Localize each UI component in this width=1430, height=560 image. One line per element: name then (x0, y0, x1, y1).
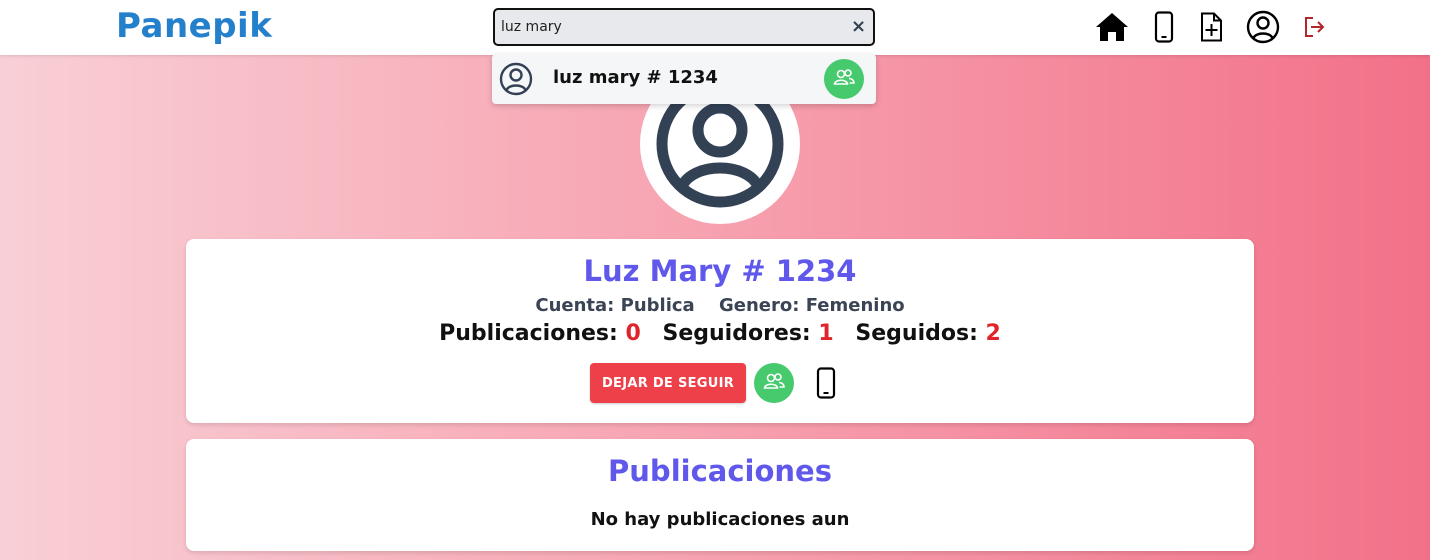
clear-search-icon[interactable]: × (851, 18, 867, 36)
profile-meta: Cuenta: Publica Genero: Femenino (186, 295, 1254, 316)
stat-label: Publicaciones: (439, 321, 618, 346)
followers-button[interactable] (754, 363, 794, 403)
new-file-icon[interactable] (1196, 9, 1226, 45)
publications-card: Publicaciones No hay publicaciones aun (186, 439, 1254, 551)
stat-value: 2 (985, 321, 1001, 346)
stat-label: Seguidos: (855, 321, 978, 346)
gender-info: Genero: Femenino (719, 295, 905, 316)
brand-logo[interactable]: Panepik (116, 6, 272, 46)
gender-label: Genero: (718, 295, 800, 316)
users-icon (762, 371, 786, 395)
navbar: Panepik × (0, 0, 1430, 55)
search-box: × (493, 8, 875, 46)
user-icon[interactable] (1244, 9, 1282, 45)
profile-stats: Publicaciones: 0 Seguidores: 1 Seguidos:… (186, 321, 1254, 346)
profile-card: Luz Mary # 1234 Cuenta: Publica Genero: … (186, 239, 1254, 423)
logout-icon[interactable] (1300, 9, 1328, 45)
account-value: Publica (620, 295, 695, 316)
account-info: Cuenta: Publica (535, 295, 694, 316)
stat-value: 1 (818, 321, 834, 346)
search-result-name[interactable]: luz mary # 1234 (553, 67, 718, 88)
account-label: Cuenta: (535, 295, 615, 316)
follow-users-button[interactable] (824, 59, 864, 99)
search-result-item[interactable]: luz mary # 1234 (492, 54, 876, 104)
stat-value: 0 (625, 321, 641, 346)
stat-following[interactable]: Seguidos: 2 (855, 321, 1000, 346)
phone-icon[interactable] (1150, 9, 1178, 45)
stat-publications: Publicaciones: 0 (439, 321, 641, 346)
stat-label: Seguidores: (662, 321, 811, 346)
users-icon (832, 67, 856, 91)
gender-value: Femenino (805, 295, 905, 316)
stat-followers[interactable]: Seguidores: 1 (662, 321, 833, 346)
user-avatar-icon (499, 62, 533, 96)
profile-name: Luz Mary # 1234 (583, 254, 857, 288)
empty-publications-message: No hay publicaciones aun (590, 509, 850, 530)
search-input[interactable] (501, 16, 831, 38)
profile-actions: DEJAR DE SEGUIR (590, 363, 850, 403)
publications-title: Publicaciones (608, 454, 832, 488)
unfollow-button[interactable]: DEJAR DE SEGUIR (590, 363, 746, 403)
home-icon[interactable] (1094, 9, 1130, 45)
phone-icon[interactable] (814, 365, 838, 401)
